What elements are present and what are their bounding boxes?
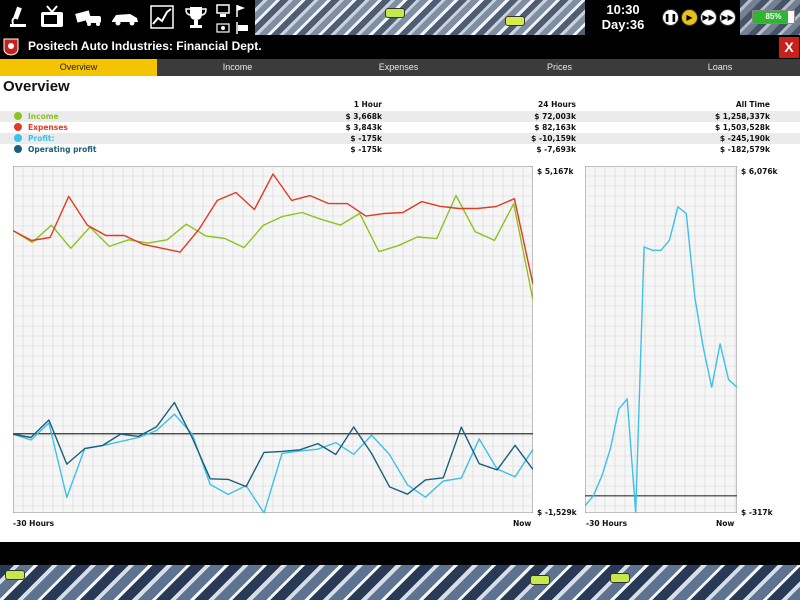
value-24-hours: $ 72,003k [534, 112, 576, 121]
main-chart-x-start-label: -30 Hours [13, 519, 55, 528]
long-chart-x-end-label: Now [716, 519, 735, 528]
col-header-1-hour: 1 Hour [353, 100, 382, 109]
value-1-hour: $ 3,843k [345, 123, 382, 132]
tab-bar: Overview Income Expenses Prices Loans [0, 59, 800, 76]
trophy-icon[interactable] [183, 4, 209, 30]
long-chart-y-max-label: $ 6,076k [741, 167, 778, 176]
company-logo-icon [3, 38, 19, 56]
fastest-forward-button[interactable]: ▶▶ [719, 9, 736, 26]
car-sprite [385, 8, 405, 18]
main-financial-chart [13, 166, 533, 513]
battery-label: 85% [765, 12, 782, 21]
game-clock: 10:30 Day:36 [588, 2, 658, 34]
page-heading: Overview [3, 78, 70, 95]
tab-overview[interactable]: Overview [0, 59, 157, 76]
value-1-hour: $ 3,668k [345, 112, 382, 121]
clock-time: 10:30 [606, 2, 640, 17]
tab-income[interactable]: Income [157, 59, 318, 76]
money-icon[interactable] [216, 19, 230, 33]
car-sprite [505, 16, 525, 26]
sign-icon[interactable] [235, 19, 249, 34]
factory-view-strip [255, 0, 585, 35]
fast-forward-icon: ▶▶ [702, 13, 715, 22]
summary-row-income: Income $ 3,668k $ 72,003k $ 1,258,337k [0, 111, 800, 122]
value-all-time: $ 1,258,337k [714, 112, 770, 121]
panel-title: Positech Auto Industries: Financial Dept… [28, 39, 262, 53]
research-microscope-icon[interactable] [5, 4, 31, 30]
summary-row-expenses: Expenses $ 3,843k $ 82,163k $ 1,503,528k [0, 122, 800, 133]
fast-forward-button[interactable]: ▶▶ [700, 9, 717, 26]
summary-row-operating-profit: Operating profit $ -175k $ -7,693k $ -18… [0, 144, 800, 155]
money-cars-icon[interactable] [73, 4, 103, 30]
close-button[interactable]: X [779, 37, 799, 58]
chart-finance-icon[interactable] [149, 4, 175, 30]
financial-dept-panel: Positech Auto Industries: Financial Dept… [0, 35, 800, 542]
operating-profit-legend-dot [14, 145, 22, 153]
chart-background [585, 166, 737, 513]
tv-marketing-icon[interactable] [39, 4, 65, 30]
value-all-time: $ -182,579k [719, 145, 770, 154]
value-24-hours: $ 82,163k [534, 123, 576, 132]
summary-row-profit: Profit: $ -175k $ -10,159k $ -245,190k [0, 133, 800, 144]
battery-indicator: 85% [752, 10, 795, 24]
value-all-time: $ -245,190k [719, 134, 770, 143]
col-header-all-time: All Time [735, 100, 770, 109]
value-1-hour: $ -175k [350, 145, 382, 154]
fastest-forward-icon: ▶▶ [721, 13, 734, 22]
bottom-bar [0, 542, 800, 565]
pause-icon: ❚❚ [663, 13, 678, 22]
col-header-24-hours: 24 Hours [538, 100, 576, 109]
factory-floor-view [0, 565, 800, 600]
value-1-hour: $ -175k [350, 134, 382, 143]
row-label: Expenses [28, 123, 68, 132]
income-legend-dot [14, 112, 22, 120]
pause-button[interactable]: ❚❚ [662, 9, 679, 26]
tab-loans[interactable]: Loans [640, 59, 800, 76]
clock-day: Day:36 [601, 17, 645, 32]
value-24-hours: $ -7,693k [536, 145, 576, 154]
computer-icon[interactable] [216, 3, 230, 17]
play-button[interactable]: ▶ [681, 9, 698, 26]
row-label: Profit: [28, 134, 55, 143]
value-24-hours: $ -10,159k [531, 134, 576, 143]
row-label: Operating profit [28, 145, 97, 154]
play-icon: ▶ [686, 13, 693, 22]
flag-icon[interactable] [235, 3, 247, 17]
car-sprite [610, 573, 630, 583]
top-hud: 10:30 Day:36 ❚❚ ▶ ▶▶ ▶▶ 85% [0, 0, 800, 35]
long-chart-y-min-label: $ -317k [741, 508, 773, 517]
tab-expenses[interactable]: Expenses [318, 59, 479, 76]
car-sprite [530, 575, 550, 585]
row-label: Income [28, 112, 59, 121]
panel-title-bar: Positech Auto Industries: Financial Dept… [0, 35, 800, 59]
car-sales-icon[interactable] [110, 4, 140, 30]
long-chart-x-start-label: -30 Hours [586, 519, 628, 528]
long-term-profit-chart [585, 166, 737, 513]
main-chart-y-max-label: $ 5,167k [537, 167, 574, 176]
main-chart-y-min-label: $ -1,529k [537, 508, 577, 517]
car-sprite [5, 570, 25, 580]
tab-prices[interactable]: Prices [479, 59, 640, 76]
expenses-legend-dot [14, 123, 22, 131]
profit-legend-dot [14, 134, 22, 142]
main-chart-x-end-label: Now [513, 519, 532, 528]
value-all-time: $ 1,503,528k [714, 123, 770, 132]
